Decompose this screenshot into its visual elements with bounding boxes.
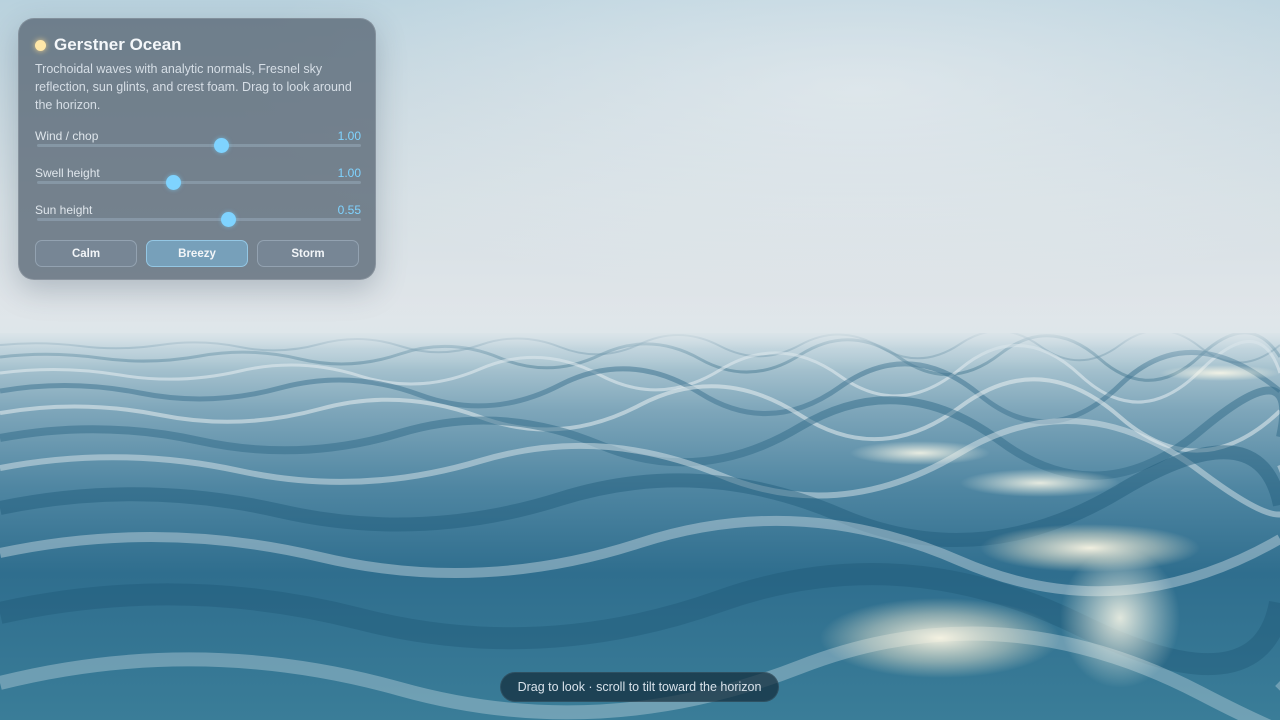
slider-sun-height: Sun height 0.55 [35,203,361,237]
preset-calm-button[interactable]: Calm [35,240,137,267]
slider-label: Wind / chop [35,129,99,143]
slider-track[interactable] [37,212,361,227]
slider-thumb[interactable] [214,138,230,153]
slider-thumb[interactable] [165,175,181,190]
panel-title: Gerstner Ocean [54,35,182,54]
horizon-haze [0,300,1280,370]
slider-value: 1.00 [337,129,361,143]
slider-wind-chop: Wind / chop 1.00 [35,129,361,163]
preset-buttons: Calm Breezy Storm [35,240,361,268]
interaction-hint: Drag to look · scroll to tilt toward the… [500,672,779,702]
slider-swell-height: Swell height 1.00 [35,166,361,200]
slider-track[interactable] [37,138,361,153]
ocean-surface [0,333,1280,720]
panel-description: Trochoidal waves with analytic normals, … [35,62,352,112]
control-panel: Gerstner Ocean Trochoidal waves with ana… [18,18,376,280]
slider-label: Sun height [35,203,93,217]
panel-header: Gerstner Ocean [35,35,182,55]
sun-indicator-icon [35,39,46,51]
slider-label: Swell height [35,166,100,180]
slider-thumb[interactable] [220,212,236,227]
slider-track[interactable] [37,175,361,190]
preset-storm-button[interactable]: Storm [257,240,359,267]
slider-value: 0.55 [337,203,361,217]
preset-breezy-button[interactable]: Breezy [146,240,248,267]
slider-value: 1.00 [337,166,361,180]
